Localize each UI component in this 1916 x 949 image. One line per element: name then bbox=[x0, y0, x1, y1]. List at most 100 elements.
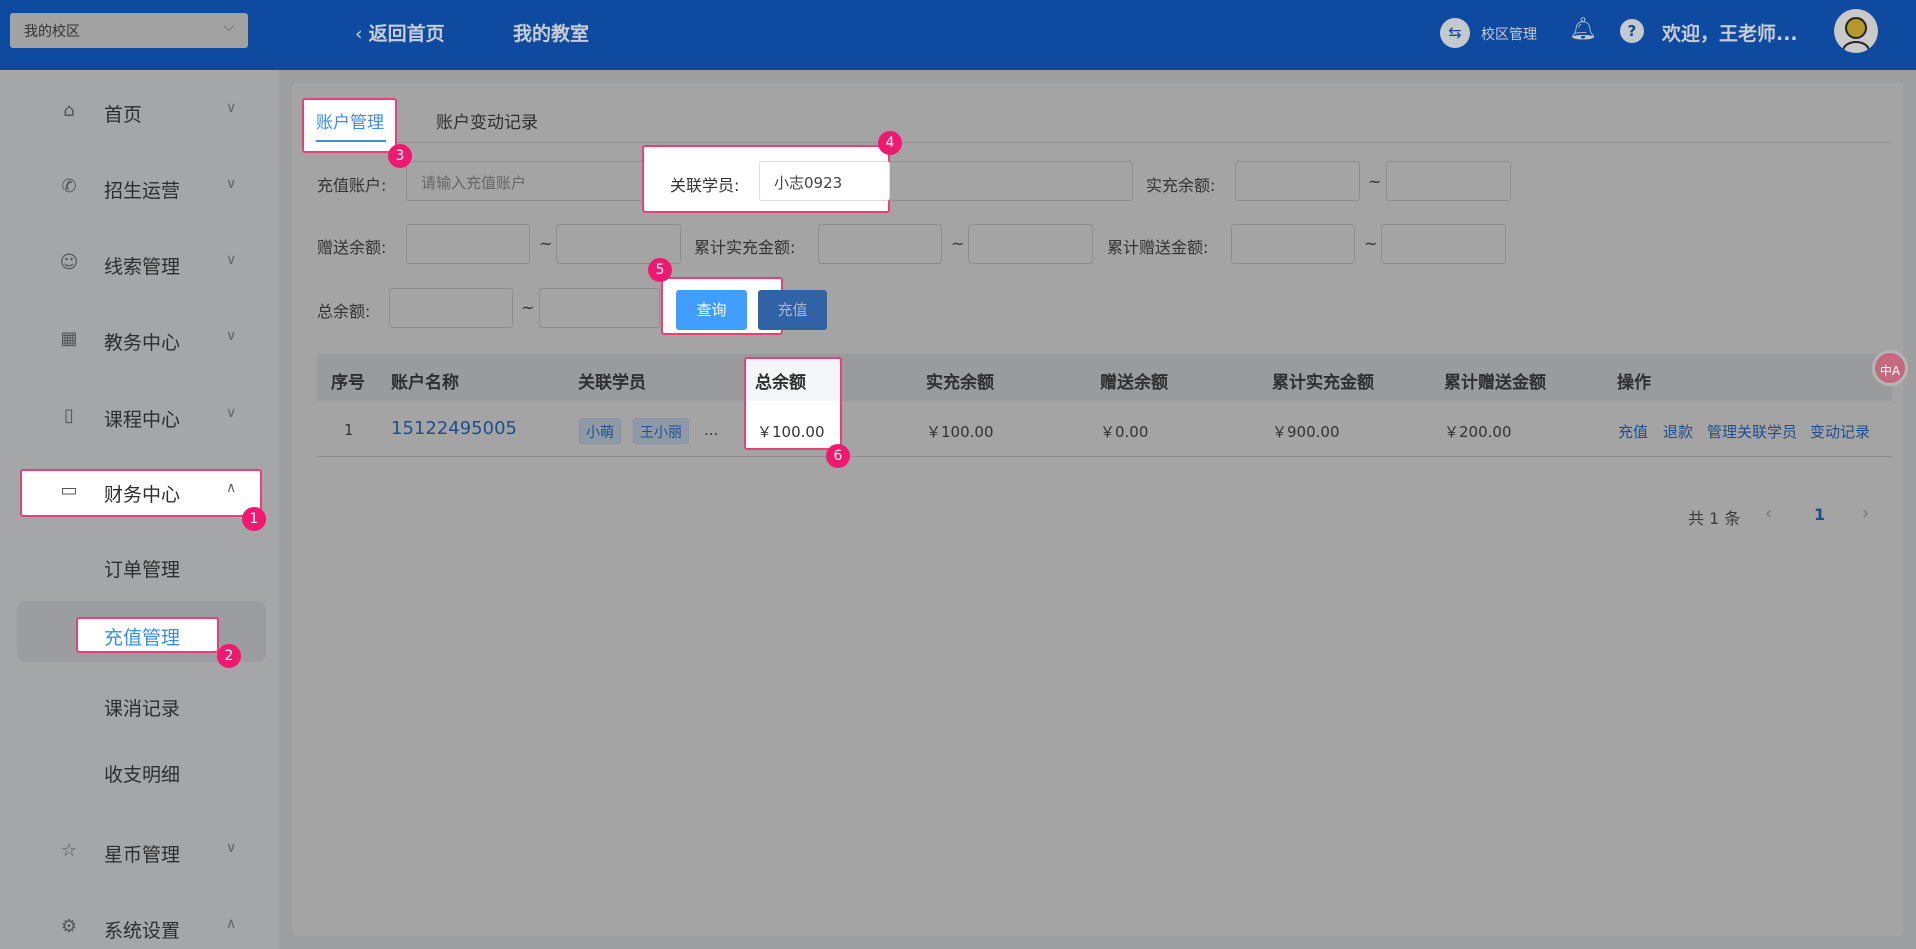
step-badge: 3 bbox=[388, 144, 412, 168]
chevron-up-icon: ∧ bbox=[226, 916, 237, 932]
account-link[interactable]: 15122495005 bbox=[391, 418, 517, 439]
chevron-down-icon: ∨ bbox=[226, 176, 237, 192]
account-label: 充值账户: bbox=[317, 176, 387, 195]
sidebar-label: 系统设置 bbox=[104, 920, 181, 942]
bell-icon[interactable]: 🔔︎ bbox=[1569, 17, 1597, 42]
total-balance-min[interactable] bbox=[389, 288, 513, 328]
sidebar-sub-consumption[interactable]: 课消记录 bbox=[104, 694, 180, 721]
sidebar-sub-income[interactable]: 收支明细 bbox=[104, 760, 180, 787]
row-index: 1 bbox=[344, 421, 354, 439]
real-balance-cell: ￥100.00 bbox=[926, 423, 994, 441]
real-balance-label: 实充余额: bbox=[1146, 176, 1216, 195]
col-actions: 操作 bbox=[1617, 373, 1651, 393]
chevron-down-icon: ∨ bbox=[226, 100, 237, 116]
sidebar-item-stars[interactable]: ☆ 星币管理 ∨ bbox=[0, 832, 279, 872]
sidebar-item-finance[interactable]: ▭ 财务中心 ∧ bbox=[0, 472, 279, 512]
campus-select-value: 我的校区 bbox=[24, 24, 80, 40]
chevron-left-icon: ‹ bbox=[355, 23, 369, 45]
total-real-min[interactable] bbox=[818, 224, 942, 264]
sidebar-item-academic[interactable]: ▦ 教务中心 ∨ bbox=[0, 320, 279, 360]
back-home-link[interactable]: ‹ 返回首页 bbox=[355, 19, 445, 46]
my-classroom-link[interactable]: 我的教室 bbox=[513, 19, 589, 46]
tilde: ~ bbox=[1368, 172, 1382, 191]
gift-balance-min[interactable] bbox=[406, 224, 530, 264]
sidebar-label: 教务中心 bbox=[104, 332, 181, 354]
sidebar-label: 首页 bbox=[104, 104, 143, 126]
gift-balance-cell: ￥0.00 bbox=[1100, 423, 1149, 441]
sidebar-item-courses[interactable]: ▯ 课程中心 ∨ bbox=[0, 397, 279, 437]
total-balance-label: 总余额: bbox=[317, 302, 371, 321]
total-real-label: 累计实充金额: bbox=[694, 238, 796, 257]
tilde: ~ bbox=[521, 298, 535, 317]
col-students: 关联学员 bbox=[578, 373, 646, 393]
tab-account-changes[interactable]: 账户变动记录 bbox=[436, 108, 538, 133]
student-tag: 王小丽 bbox=[633, 418, 689, 444]
step-badge: 5 bbox=[648, 258, 672, 282]
account-input[interactable]: 请输入充值账户 bbox=[406, 161, 656, 201]
col-index: 序号 bbox=[331, 373, 365, 393]
more-students[interactable]: ... bbox=[704, 421, 718, 439]
sidebar-sub-orders[interactable]: 订单管理 bbox=[104, 555, 180, 582]
total-balance-max[interactable] bbox=[539, 288, 660, 328]
tilde: ~ bbox=[951, 234, 965, 253]
chevron-up-icon: ∧ bbox=[226, 480, 237, 496]
action-manage-students[interactable]: 管理关联学员 bbox=[1707, 421, 1797, 442]
total-gift-max[interactable] bbox=[1381, 224, 1506, 264]
swap-icon[interactable]: ⇆ bbox=[1440, 18, 1470, 48]
sidebar-item-settings[interactable]: ⚙ 系统设置 ∧ bbox=[0, 908, 279, 948]
action-refund[interactable]: 退款 bbox=[1663, 421, 1693, 442]
sidebar-item-enrollment[interactable]: ✆ 招生运营 ∨ bbox=[0, 168, 279, 208]
home-icon: ⌂ bbox=[63, 100, 75, 121]
col-total-real: 累计实充金额 bbox=[1272, 373, 1374, 393]
query-button[interactable]: 查询 bbox=[676, 290, 747, 330]
total-real-cell: ￥900.00 bbox=[1272, 423, 1340, 441]
real-balance-min[interactable] bbox=[1235, 161, 1360, 201]
tab-account-manage[interactable]: 账户管理 bbox=[316, 108, 384, 133]
chevron-left-icon[interactable]: ‹ bbox=[1765, 503, 1772, 524]
action-change-log[interactable]: 变动记录 bbox=[1810, 421, 1870, 442]
translate-icon[interactable]: 中A bbox=[1872, 350, 1908, 386]
student-input-ext bbox=[880, 161, 1133, 201]
tilde: ~ bbox=[1364, 234, 1378, 253]
tabs-divider bbox=[302, 142, 1892, 143]
recharge-button[interactable]: 充值 bbox=[758, 290, 827, 330]
total-gift-cell: ￥200.00 bbox=[1444, 423, 1512, 441]
step-badge: 1 bbox=[242, 507, 266, 531]
total-real-max[interactable] bbox=[968, 224, 1093, 264]
sidebar-item-leads[interactable]: ☺ 线索管理 ∨ bbox=[0, 244, 279, 284]
student-label: 关联学员: bbox=[670, 176, 740, 195]
gift-balance-label: 赠送余额: bbox=[317, 238, 387, 257]
pagination-total: 共 1 条 bbox=[1688, 509, 1741, 528]
pagination-page[interactable]: 1 bbox=[1814, 505, 1825, 524]
sidebar-item-home[interactable]: ⌂ 首页 ∨ bbox=[0, 92, 279, 132]
user-icon: ☺ bbox=[59, 252, 79, 273]
total-balance-cell: ￥100.00 bbox=[757, 423, 825, 441]
campus-select[interactable]: 我的校区 ⌵ bbox=[10, 13, 248, 48]
col-total-gift: 累计赠送金额 bbox=[1444, 373, 1546, 393]
sidebar-label: 星币管理 bbox=[104, 844, 181, 866]
phone-icon: ✆ bbox=[61, 176, 77, 197]
col-gift: 赠送余额 bbox=[1100, 373, 1168, 393]
real-balance-max[interactable] bbox=[1386, 161, 1511, 201]
student-input[interactable]: 小志0923 bbox=[759, 161, 890, 201]
help-icon[interactable]: ? bbox=[1620, 19, 1644, 43]
chevron-down-icon: ∨ bbox=[226, 252, 237, 268]
step-badge: 2 bbox=[217, 644, 241, 668]
welcome-text[interactable]: 欢迎，王老师... bbox=[1662, 19, 1798, 46]
chevron-down-icon: ∨ bbox=[226, 840, 237, 856]
col-account: 账户名称 bbox=[391, 373, 459, 393]
campus-manage-link[interactable]: 校区管理 bbox=[1481, 24, 1537, 44]
card-icon: ▭ bbox=[60, 480, 78, 501]
sidebar-sub-recharge[interactable]: 充值管理 bbox=[104, 623, 180, 650]
table-row-divider bbox=[317, 456, 1892, 457]
avatar[interactable] bbox=[1834, 9, 1878, 53]
step-badge: 4 bbox=[878, 131, 902, 155]
student-tag: 小萌 bbox=[579, 418, 621, 444]
book-icon: ▯ bbox=[64, 405, 74, 426]
tab-underline bbox=[316, 140, 386, 142]
total-gift-min[interactable] bbox=[1231, 224, 1355, 264]
chevron-right-icon[interactable]: › bbox=[1862, 503, 1869, 524]
action-recharge[interactable]: 充值 bbox=[1618, 421, 1648, 442]
chevron-down-icon: ∨ bbox=[226, 328, 237, 344]
sidebar-label: 线索管理 bbox=[104, 256, 181, 278]
